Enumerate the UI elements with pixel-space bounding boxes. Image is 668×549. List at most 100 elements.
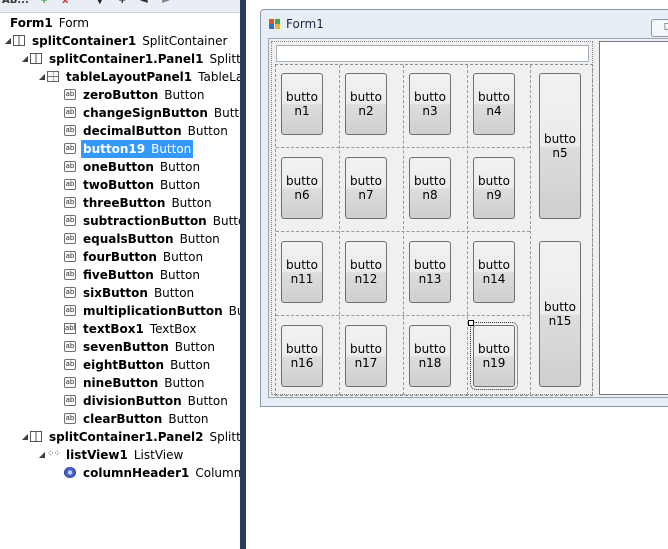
outline-node-label: clearButton Button [83, 410, 209, 428]
button2-button[interactable]: button2 [345, 73, 387, 135]
button13-button[interactable]: button13 [409, 241, 451, 303]
button14-button[interactable]: button14 [473, 241, 515, 303]
control-name: button19 [83, 142, 146, 156]
move-down-icon[interactable]: ▼ [96, 0, 104, 6]
control-name: sevenButton [83, 340, 169, 354]
outline-node-label: splitContainer1 SplitContainer [32, 32, 227, 50]
control-type: Button [160, 178, 201, 192]
control-name: subtractionButton [83, 214, 207, 228]
split-panel-2[interactable] [599, 41, 668, 395]
move-left-icon[interactable]: ◄ [140, 0, 148, 6]
add-child-icon[interactable]: + [118, 0, 126, 6]
outline-node-label: listView1 ListView [66, 446, 183, 464]
outline-node-label: fourButton Button [83, 248, 203, 266]
expand-collapse-icon[interactable]: ◢ [37, 68, 47, 86]
table-layout-icon [47, 71, 59, 82]
button12-button[interactable]: button12 [345, 241, 387, 303]
expand-collapse-icon[interactable]: ◢ [20, 428, 30, 446]
add-icon[interactable]: + [40, 0, 48, 6]
button11-button[interactable]: button11 [281, 241, 323, 303]
control-name: fiveButton [83, 268, 154, 282]
outline-node-label: divisionButton Button [83, 392, 228, 410]
button-icon: ab [64, 143, 76, 154]
grid-row-line [276, 231, 530, 232]
outline-node-label: columnHeader1 ColumnHeader [83, 464, 240, 482]
button-icon: ab [64, 251, 76, 262]
split-container-icon [30, 431, 42, 442]
control-name: columnHeader1 [83, 466, 190, 480]
button19-button[interactable]: button19 [470, 322, 518, 390]
control-type: Button [164, 376, 205, 390]
button17-button[interactable]: button17 [345, 325, 387, 387]
outline-node-label: Form1 Form [10, 14, 89, 32]
button16-button[interactable]: button16 [281, 325, 323, 387]
grid-column-line [403, 65, 404, 395]
control-type: SplitterPanel [209, 430, 240, 444]
outline-node-label: tableLayoutPanel1 TableLayoutPanel [66, 68, 240, 86]
button-icon: ab [64, 305, 76, 316]
outline-node-label: zeroButton Button [83, 86, 204, 104]
outline-node-label: equalsButton Button [83, 230, 220, 248]
outline-node-label: button19 Button [79, 139, 195, 159]
button-icon: ab [64, 107, 76, 118]
button1-button[interactable]: button1 [281, 73, 323, 135]
document-outline: AB... + x ▼ + ◄ ► Form1 Form ◢ splitContainer1 Spl… [0, 0, 240, 549]
control-type: Button [187, 124, 228, 138]
control-name: twoButton [83, 178, 155, 192]
outline-node-label: oneButton Button [83, 158, 200, 176]
textbox-icon: abl [64, 323, 76, 334]
button-icon: ab [64, 377, 76, 388]
outline-node-label: splitContainer1.Panel1 SplitterPanel [49, 50, 240, 68]
control-name: oneButton [83, 160, 154, 174]
control-type: Button [170, 358, 211, 372]
table-layout-panel[interactable]: button1 button2 button3 button4 button5 butto… [275, 64, 593, 396]
list-view[interactable] [600, 42, 668, 394]
sort-icon[interactable]: AB... [2, 0, 29, 6]
button-icon: ab [64, 179, 76, 190]
control-name: eightButton [83, 358, 165, 372]
control-type: Button [213, 106, 240, 120]
expand-collapse-icon[interactable]: ◢ [20, 50, 30, 68]
control-type: SplitContainer [142, 34, 228, 48]
resize-grip-icon[interactable] [468, 320, 474, 326]
button8-button[interactable]: button8 [409, 157, 451, 219]
control-type: Button [159, 160, 201, 174]
button7-button[interactable]: button7 [345, 157, 387, 219]
control-type: SplitterPanel [209, 52, 240, 66]
control-name: sixButton [83, 286, 148, 300]
button18-button[interactable]: button18 [409, 325, 451, 387]
control-name: zeroButton [83, 88, 159, 102]
form-client-area: button1 button2 button3 button4 button5 butto… [268, 38, 668, 398]
control-type: ListView [133, 448, 184, 462]
delete-icon[interactable]: x [62, 0, 68, 6]
control-type: Button [164, 88, 205, 102]
grid-row-line [276, 147, 530, 148]
button-icon: ab [64, 287, 76, 298]
control-type: Button [151, 142, 192, 156]
split-panel-1[interactable]: button1 button2 button3 button4 button5 butto… [271, 41, 593, 396]
button5-button[interactable]: button5 [539, 73, 581, 219]
maximize-button[interactable]: □ [651, 19, 668, 37]
control-name: Form1 [10, 16, 53, 30]
button4-button[interactable]: button4 [473, 73, 515, 135]
control-name: changeSignButton [83, 106, 208, 120]
control-name: divisionButton [83, 394, 182, 408]
control-type: Button [159, 268, 201, 282]
button9-button[interactable]: button9 [473, 157, 515, 219]
button15-button[interactable]: button15 [539, 241, 581, 387]
display-textbox[interactable] [276, 45, 589, 62]
form-window[interactable]: Form1 □ button1 button2 button3 button4 butt… [260, 9, 668, 407]
control-name: listView1 [66, 448, 128, 462]
outline-node-label: threeButton Button [83, 194, 212, 212]
move-right-icon[interactable]: ► [162, 0, 170, 6]
button-icon: ab [64, 89, 76, 100]
button-icon: ab [64, 197, 76, 208]
button6-button[interactable]: button6 [281, 157, 323, 219]
button3-button[interactable]: button3 [409, 73, 451, 135]
expand-collapse-icon[interactable]: ◢ [3, 32, 13, 50]
button-icon: ab [64, 269, 76, 280]
expand-collapse-icon[interactable]: ◢ [37, 446, 47, 464]
button-icon: ab [64, 125, 76, 136]
control-name: splitContainer1.Panel2 [49, 430, 204, 444]
control-name: equalsButton [83, 232, 174, 246]
